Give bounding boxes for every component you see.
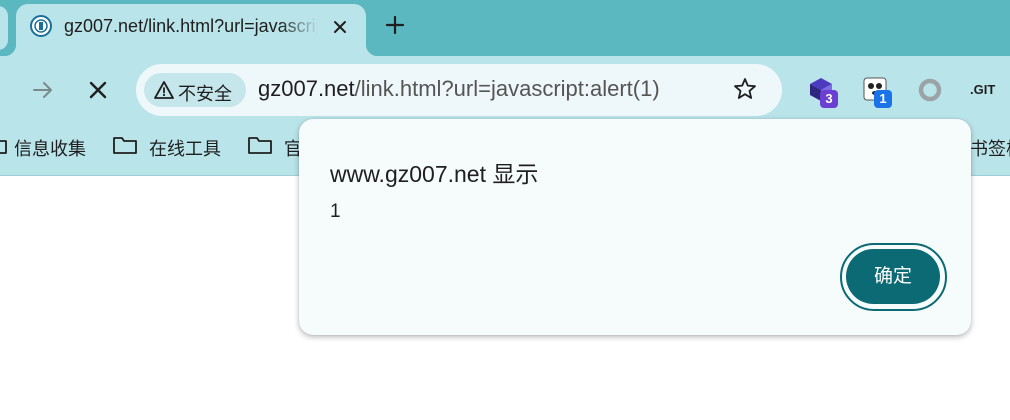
purple-cube-extension-icon[interactable]: 3 [808, 76, 844, 110]
stop-loading-icon[interactable] [86, 78, 110, 102]
url-text[interactable]: gz007.net/link.html?url=javascript:alert… [258, 76, 660, 102]
security-chip[interactable]: 不安全 [144, 73, 246, 107]
folder-icon [248, 137, 272, 154]
gray-ring-glyph [918, 78, 942, 102]
extension-badge: 3 [820, 90, 838, 108]
bookmark-online-tools[interactable]: 在线工具 [149, 135, 221, 161]
warning-triangle-icon [154, 81, 174, 99]
forward-arrow-icon[interactable] [30, 78, 56, 102]
panda-extension-icon[interactable]: 1 [862, 76, 898, 110]
folder-icon [0, 140, 7, 154]
browser-toolbar: 不安全 gz007.net/link.html?url=javascript:a… [0, 56, 1010, 123]
gray-ring-extension-icon[interactable] [916, 76, 944, 104]
new-tab-icon[interactable] [382, 12, 408, 38]
bookmark-bar-folder[interactable]: 书签栏 [970, 135, 1010, 161]
bookmark-star-icon[interactable] [732, 76, 758, 102]
ok-button[interactable]: 确定 [846, 249, 940, 304]
url-path: /link.html?url=javascript:alert(1) [354, 76, 660, 101]
url-host: gz007.net [258, 76, 355, 101]
ok-button-focus-ring: 确定 [840, 243, 947, 311]
dialog-title: www.gz007.net 显示 [330, 161, 539, 187]
bookmark-info-collection[interactable]: 信息收集 [14, 135, 86, 161]
git-extension-icon[interactable]: .GIT [970, 82, 995, 97]
close-tab-icon[interactable] [328, 15, 352, 39]
active-tab[interactable]: gz007.net/link.html?url=javascript:alert… [4, 4, 378, 56]
security-label: 不安全 [178, 84, 232, 104]
tab-title: gz007.net/link.html?url=javascript:alert… [64, 16, 318, 36]
extension-badge: 1 [874, 90, 892, 108]
folder-icon [113, 137, 137, 154]
address-bar[interactable]: 不安全 gz007.net/link.html?url=javascript:a… [136, 64, 782, 116]
alert-dialog: www.gz007.net 显示 1 确定 [299, 119, 971, 335]
shield-emblem-icon [30, 15, 52, 37]
dialog-message: 1 [330, 201, 341, 222]
tab-strip: gz007.net/link.html?url=javascript:alert… [0, 0, 1010, 56]
